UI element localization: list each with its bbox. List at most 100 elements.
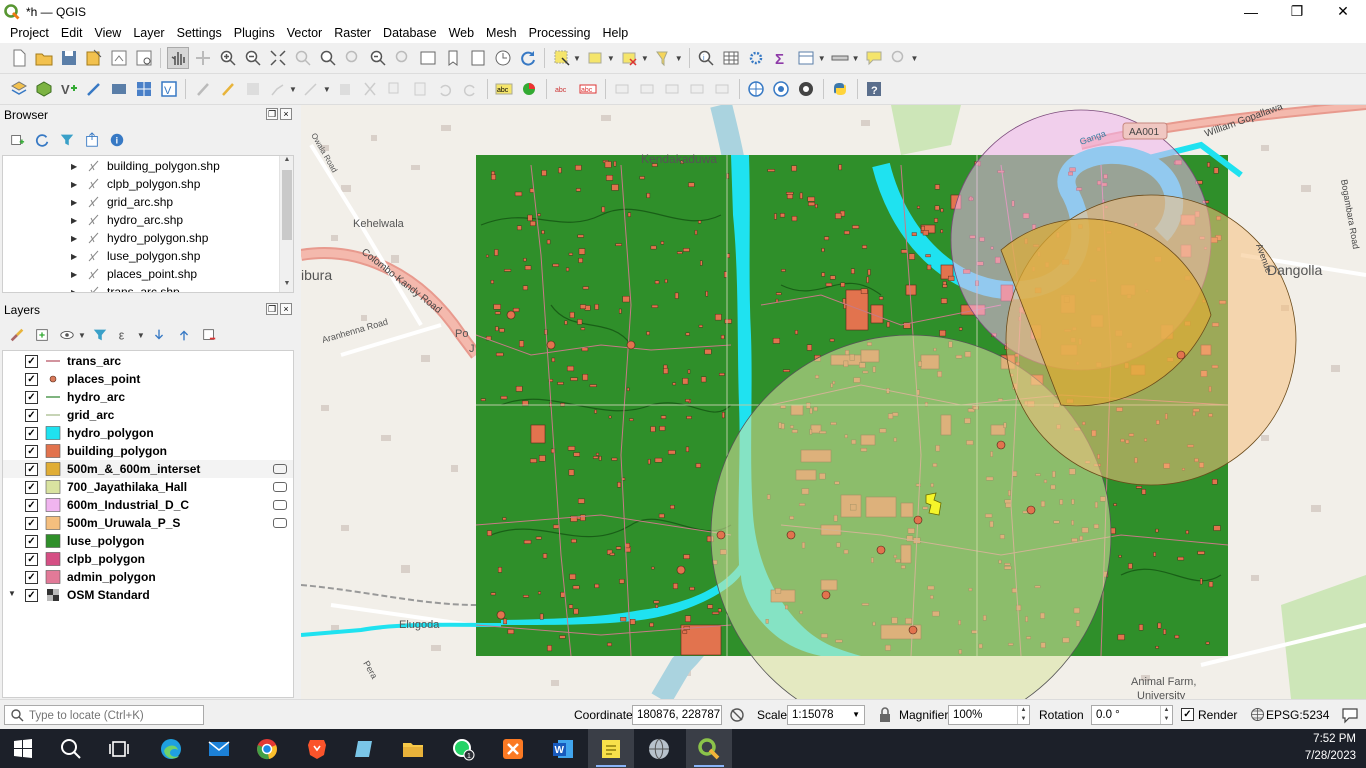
digitize-icon[interactable] [83, 78, 105, 100]
layer-row[interactable]: ✓ clpb_polygon [3, 550, 293, 568]
expand-arrow-icon[interactable]: ▶ [71, 270, 77, 279]
identify-icon[interactable]: i [695, 47, 717, 69]
toggle-editing-icon[interactable] [217, 78, 239, 100]
locator-box[interactable] [4, 705, 204, 725]
layer-visibility-checkbox[interactable]: ✓ [25, 427, 38, 440]
layers-close-button[interactable]: × [280, 303, 292, 315]
temporal-controller-icon[interactable] [492, 47, 514, 69]
browser-item[interactable]: ▶ clpb_polygon.shp [3, 175, 279, 193]
attribute-select-icon[interactable] [652, 47, 674, 69]
zoom-native-icon[interactable] [342, 47, 364, 69]
layer-visibility-checkbox[interactable]: ✓ [25, 409, 38, 422]
layer-row[interactable]: ✓ places_point [3, 370, 293, 388]
maximize-button[interactable]: ❐ [1274, 0, 1320, 23]
layer-visibility-checkbox[interactable]: ✓ [25, 517, 38, 530]
layer-visibility-checkbox[interactable]: ✓ [25, 553, 38, 566]
zoom-next-icon[interactable] [392, 47, 414, 69]
browser-item[interactable]: ▶ hydro_arc.shp [3, 211, 279, 229]
copy-features-icon[interactable] [384, 78, 406, 100]
locator-input[interactable] [29, 708, 199, 723]
layer-visibility-checkbox[interactable]: ✓ [25, 463, 38, 476]
zoom-out-icon[interactable] [242, 47, 264, 69]
save-as-icon[interactable] [83, 47, 105, 69]
label-toolbar-icon[interactable]: abc [493, 78, 515, 100]
statistics-icon[interactable]: Σ [770, 47, 792, 69]
menu-plugins[interactable]: Plugins [228, 23, 281, 43]
expand-arrow-icon[interactable]: ▶ [71, 162, 77, 171]
current-edits-icon[interactable] [192, 78, 214, 100]
whatsapp-icon[interactable]: 1 [440, 729, 486, 768]
menu-project[interactable]: Project [4, 23, 55, 43]
processing-toolbox-icon[interactable] [745, 47, 767, 69]
browser-info-icon[interactable]: i [106, 129, 128, 151]
table-dropdown-icon[interactable]: ▼ [818, 54, 826, 63]
paste-features-icon[interactable] [409, 78, 431, 100]
pan-to-selection-icon[interactable] [192, 47, 214, 69]
select-dropdown-icon[interactable]: ▼ [573, 54, 581, 63]
layer-row[interactable]: ✓ hydro_arc [3, 388, 293, 406]
search-taskbar-icon[interactable] [48, 729, 94, 768]
zoom-last-icon[interactable] [367, 47, 389, 69]
menu-view[interactable]: View [88, 23, 127, 43]
rotation-spinner[interactable]: ▲ ▼ [1160, 706, 1172, 724]
new-map-view-icon[interactable] [417, 47, 439, 69]
data-source-manager-icon[interactable] [8, 78, 30, 100]
filter-indicator-icon[interactable] [273, 518, 287, 528]
digitize-line-icon[interactable] [267, 78, 289, 100]
collapse-all-layers-icon[interactable] [173, 324, 195, 346]
select-value-dropdown-icon[interactable]: ▼ [607, 54, 615, 63]
redo-icon[interactable] [459, 78, 481, 100]
scroll-down-icon[interactable]: ▼ [280, 280, 293, 292]
web-globe-icon[interactable] [745, 78, 767, 100]
file-explorer-icon[interactable] [390, 729, 436, 768]
expand-arrow-icon[interactable]: ▶ [71, 234, 77, 243]
layer-row[interactable]: ✓ 500m_&_600m_interset [3, 460, 293, 478]
print-layout-icon[interactable] [108, 47, 130, 69]
label-show-hide-icon[interactable] [686, 78, 708, 100]
layer-row[interactable]: ✓ luse_polygon [3, 532, 293, 550]
web-search-icon[interactable] [770, 78, 792, 100]
menu-processing[interactable]: Processing [523, 23, 597, 43]
browser-float-button[interactable]: ❐ [266, 108, 278, 120]
layer-row[interactable]: ✓ 600m_Industrial_D_C [3, 496, 293, 514]
layer-visibility-checkbox[interactable]: ✓ [25, 535, 38, 548]
layer-row[interactable]: ✓ grid_arc [3, 406, 293, 424]
add-vector-icon[interactable]: V [58, 78, 80, 100]
collapse-all-icon[interactable] [81, 129, 103, 151]
scrollbar-thumb[interactable] [282, 170, 292, 240]
open-table-icon[interactable] [795, 47, 817, 69]
open-project-icon[interactable] [33, 47, 55, 69]
add-mesh-icon[interactable] [133, 78, 155, 100]
attribute-select-dropdown-icon[interactable]: ▼ [675, 54, 683, 63]
expand-arrow-icon[interactable]: ▶ [71, 252, 77, 261]
label-move-icon[interactable] [611, 78, 633, 100]
add-raster-icon[interactable] [108, 78, 130, 100]
layer-row[interactable]: ✓ hydro_polygon [3, 424, 293, 442]
layout-manager-icon[interactable] [133, 47, 155, 69]
manage-visibility-icon[interactable] [56, 324, 78, 346]
label-change-icon[interactable] [661, 78, 683, 100]
menu-edit[interactable]: Edit [55, 23, 89, 43]
osm-download-icon[interactable] [795, 78, 817, 100]
scale-dropdown-icon[interactable]: ▼ [852, 706, 860, 724]
menu-raster[interactable]: Raster [328, 23, 377, 43]
select-by-value-icon[interactable] [584, 47, 606, 69]
browser-refresh-icon[interactable] [31, 129, 53, 151]
rotation-field[interactable]: 0.0 ° ▲ ▼ [1091, 705, 1173, 725]
visibility-dropdown-icon[interactable]: ▼ [78, 331, 86, 340]
system-clock[interactable]: 7:52 PM 7/28/2023 [1305, 731, 1356, 765]
layer-row[interactable]: ✓ 500m_Uruwala_P_S [3, 514, 293, 532]
toggle-extents-icon[interactable] [729, 707, 745, 723]
label-pin-icon[interactable]: abc [552, 78, 574, 100]
layer-visibility-checkbox[interactable]: ✓ [25, 589, 38, 602]
expand-arrow-icon[interactable]: ▶ [71, 198, 77, 207]
deselect-icon[interactable] [618, 47, 640, 69]
sticky-notes-icon[interactable] [588, 729, 634, 768]
expand-arrow-icon[interactable]: ▶ [71, 216, 77, 225]
delete-selected-icon[interactable] [334, 78, 356, 100]
layers-float-button[interactable]: ❐ [266, 303, 278, 315]
qgis-taskbar-icon[interactable] [686, 729, 732, 768]
menu-settings[interactable]: Settings [171, 23, 228, 43]
vertex-dropdown-icon[interactable]: ▼ [323, 85, 331, 94]
vertex-tool-icon[interactable] [300, 78, 322, 100]
